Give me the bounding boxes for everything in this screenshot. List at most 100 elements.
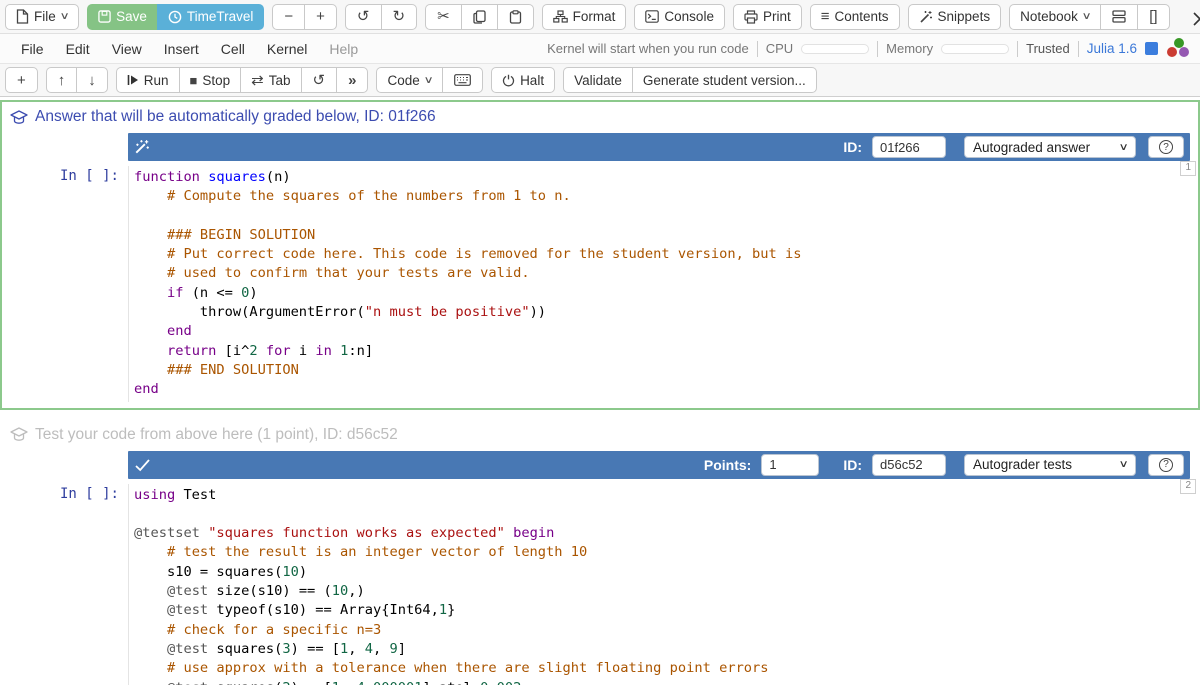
halt-button[interactable]: Halt (491, 67, 555, 93)
cell-type-dropdown[interactable]: Code ∨ (376, 67, 442, 93)
id-label: ID: (843, 457, 862, 473)
cell-number-badge: 2 (1180, 479, 1196, 494)
zoom-out-button[interactable]: − (272, 4, 304, 30)
id-label: ID: (843, 139, 862, 155)
fast-forward-icon: » (348, 73, 356, 88)
console-button[interactable]: Console (634, 4, 725, 30)
move-cell-down-button[interactable]: ↓ (76, 67, 108, 93)
magic-wand-icon (919, 10, 933, 24)
redo-button[interactable]: ↻ (381, 4, 418, 30)
stop-icon: ■ (190, 74, 198, 87)
close-frame-button[interactable] (1182, 5, 1200, 29)
memory-gauge (941, 44, 1009, 54)
undo-icon: ↺ (357, 9, 370, 24)
stop-button[interactable]: ■ Stop (179, 67, 241, 93)
nbgrader-tests-heading: Test your code from above here (1 point)… (2, 420, 1198, 449)
run-all-button[interactable]: » (336, 67, 368, 93)
cell-type-select[interactable]: Autograder tests ∨ (964, 454, 1136, 476)
minus-icon: − (284, 9, 293, 24)
kernel-busy-indicator (1145, 42, 1158, 55)
cell-number-badge: 1 (1180, 161, 1196, 176)
cut-button[interactable]: ✂ (425, 4, 461, 30)
keyboard-shortcuts-button[interactable] (442, 67, 483, 93)
zoom-in-button[interactable]: + (304, 4, 337, 30)
step-forward-icon (127, 74, 139, 86)
divider (757, 41, 758, 57)
cut-icon: ✂ (437, 9, 450, 24)
undo-button[interactable]: ↺ (345, 4, 381, 30)
menu-edit[interactable]: Edit (55, 41, 101, 57)
menu-kernel[interactable]: Kernel (256, 41, 318, 57)
run-toolbar: + ↑ ↓ Run ■ Stop ⇄ Tab ↺ » Code ∨ Halt (0, 64, 1200, 97)
clock-icon (168, 10, 182, 24)
print-icon (744, 10, 758, 24)
contents-button[interactable]: ≡ Contents (810, 4, 900, 30)
keyboard-icon (454, 74, 471, 86)
nbgrader-help-button[interactable]: ? (1148, 454, 1184, 476)
file-icon (16, 9, 29, 24)
format-button[interactable]: Format (542, 4, 627, 30)
insert-cell-button[interactable]: + (5, 67, 38, 93)
nbgrader-cell-toolbar: Points: ID: Autograder tests ∨ ? (128, 451, 1190, 479)
menu-cell[interactable]: Cell (210, 41, 256, 57)
paste-icon (509, 10, 522, 24)
nbgrader-help-button[interactable]: ? (1148, 136, 1184, 158)
input-prompt: In [ ]: (2, 166, 128, 402)
magic-wand-icon (134, 139, 150, 155)
cell-id-input[interactable] (872, 136, 946, 158)
arrow-up-icon: ↑ (58, 73, 66, 88)
split-frame-button[interactable] (1100, 4, 1137, 30)
copy-button[interactable] (461, 4, 497, 30)
nbgrader-answer-heading: Answer that will be automatically graded… (2, 102, 1198, 131)
move-cell-up-button[interactable]: ↑ (46, 67, 77, 93)
redo-icon: ↻ (393, 9, 406, 24)
split-horizontal-icon (1112, 10, 1126, 23)
chevron-down-icon: ∨ (1118, 459, 1128, 470)
close-expand-icon (1190, 5, 1200, 29)
cell-id-input[interactable] (872, 454, 946, 476)
copy-icon (473, 10, 486, 24)
snippets-button[interactable]: Snippets (908, 4, 1002, 30)
trusted-badge: Trusted (1026, 41, 1070, 56)
save-button[interactable]: Save (87, 4, 157, 30)
timetravel-button[interactable]: TimeTravel (157, 4, 265, 30)
tab-button[interactable]: ⇄ Tab (240, 67, 300, 93)
chevron-down-icon: ∨ (1081, 11, 1091, 22)
validate-button[interactable]: Validate (563, 67, 632, 93)
menu-insert[interactable]: Insert (153, 41, 210, 57)
notebook-menu-button[interactable]: Notebook ∨ (1009, 4, 1100, 30)
code-editor[interactable]: using Test @testset "squares function wo… (128, 484, 1198, 685)
run-button[interactable]: Run (116, 67, 179, 93)
menu-file[interactable]: File (10, 41, 55, 57)
notebook-area: Answer that will be automatically graded… (0, 100, 1200, 685)
generate-student-version-button[interactable]: Generate student version... (632, 67, 817, 93)
input-prompt: In [ ]: (2, 484, 128, 685)
divider (1017, 41, 1018, 57)
memory-label: Memory (886, 41, 933, 56)
menu-help[interactable]: Help (318, 41, 369, 57)
points-label: Points: (704, 457, 751, 473)
arrow-down-icon: ↓ (88, 73, 96, 88)
print-button[interactable]: Print (733, 4, 802, 30)
chevron-down-icon: ∨ (59, 11, 69, 22)
cpu-label: CPU (766, 41, 793, 56)
undo-icon: ↺ (313, 73, 326, 88)
menu-bar: File Edit View Insert Cell Kernel Help K… (0, 34, 1200, 64)
restart-kernel-button[interactable]: ↺ (301, 67, 337, 93)
brackets-button[interactable]: [] (1137, 4, 1169, 30)
code-cell: In [ ]: using Test @testset "squares fun… (2, 479, 1198, 685)
file-menu-button[interactable]: File ∨ (5, 4, 79, 30)
top-toolbar: File ∨ Save TimeTravel − + ↺ ↻ ✂ Format (0, 0, 1200, 34)
menu-view[interactable]: View (101, 41, 153, 57)
chevron-down-icon: ∨ (423, 75, 433, 86)
points-input[interactable] (761, 454, 819, 476)
code-cell: In [ ]: function squares(n) # Compute th… (2, 161, 1198, 408)
cell-type-select[interactable]: Autograded answer ∨ (964, 136, 1136, 158)
kernel-name[interactable]: Julia 1.6 (1087, 41, 1137, 56)
contents-icon: ≡ (821, 9, 830, 24)
paste-button[interactable] (497, 4, 534, 30)
cell-autograder-tests[interactable]: Test your code from above here (1 point)… (0, 418, 1200, 685)
chevron-down-icon: ∨ (1118, 142, 1128, 153)
code-editor[interactable]: function squares(n) # Compute the square… (128, 166, 1198, 402)
cell-autograded-answer[interactable]: Answer that will be automatically graded… (0, 100, 1200, 410)
